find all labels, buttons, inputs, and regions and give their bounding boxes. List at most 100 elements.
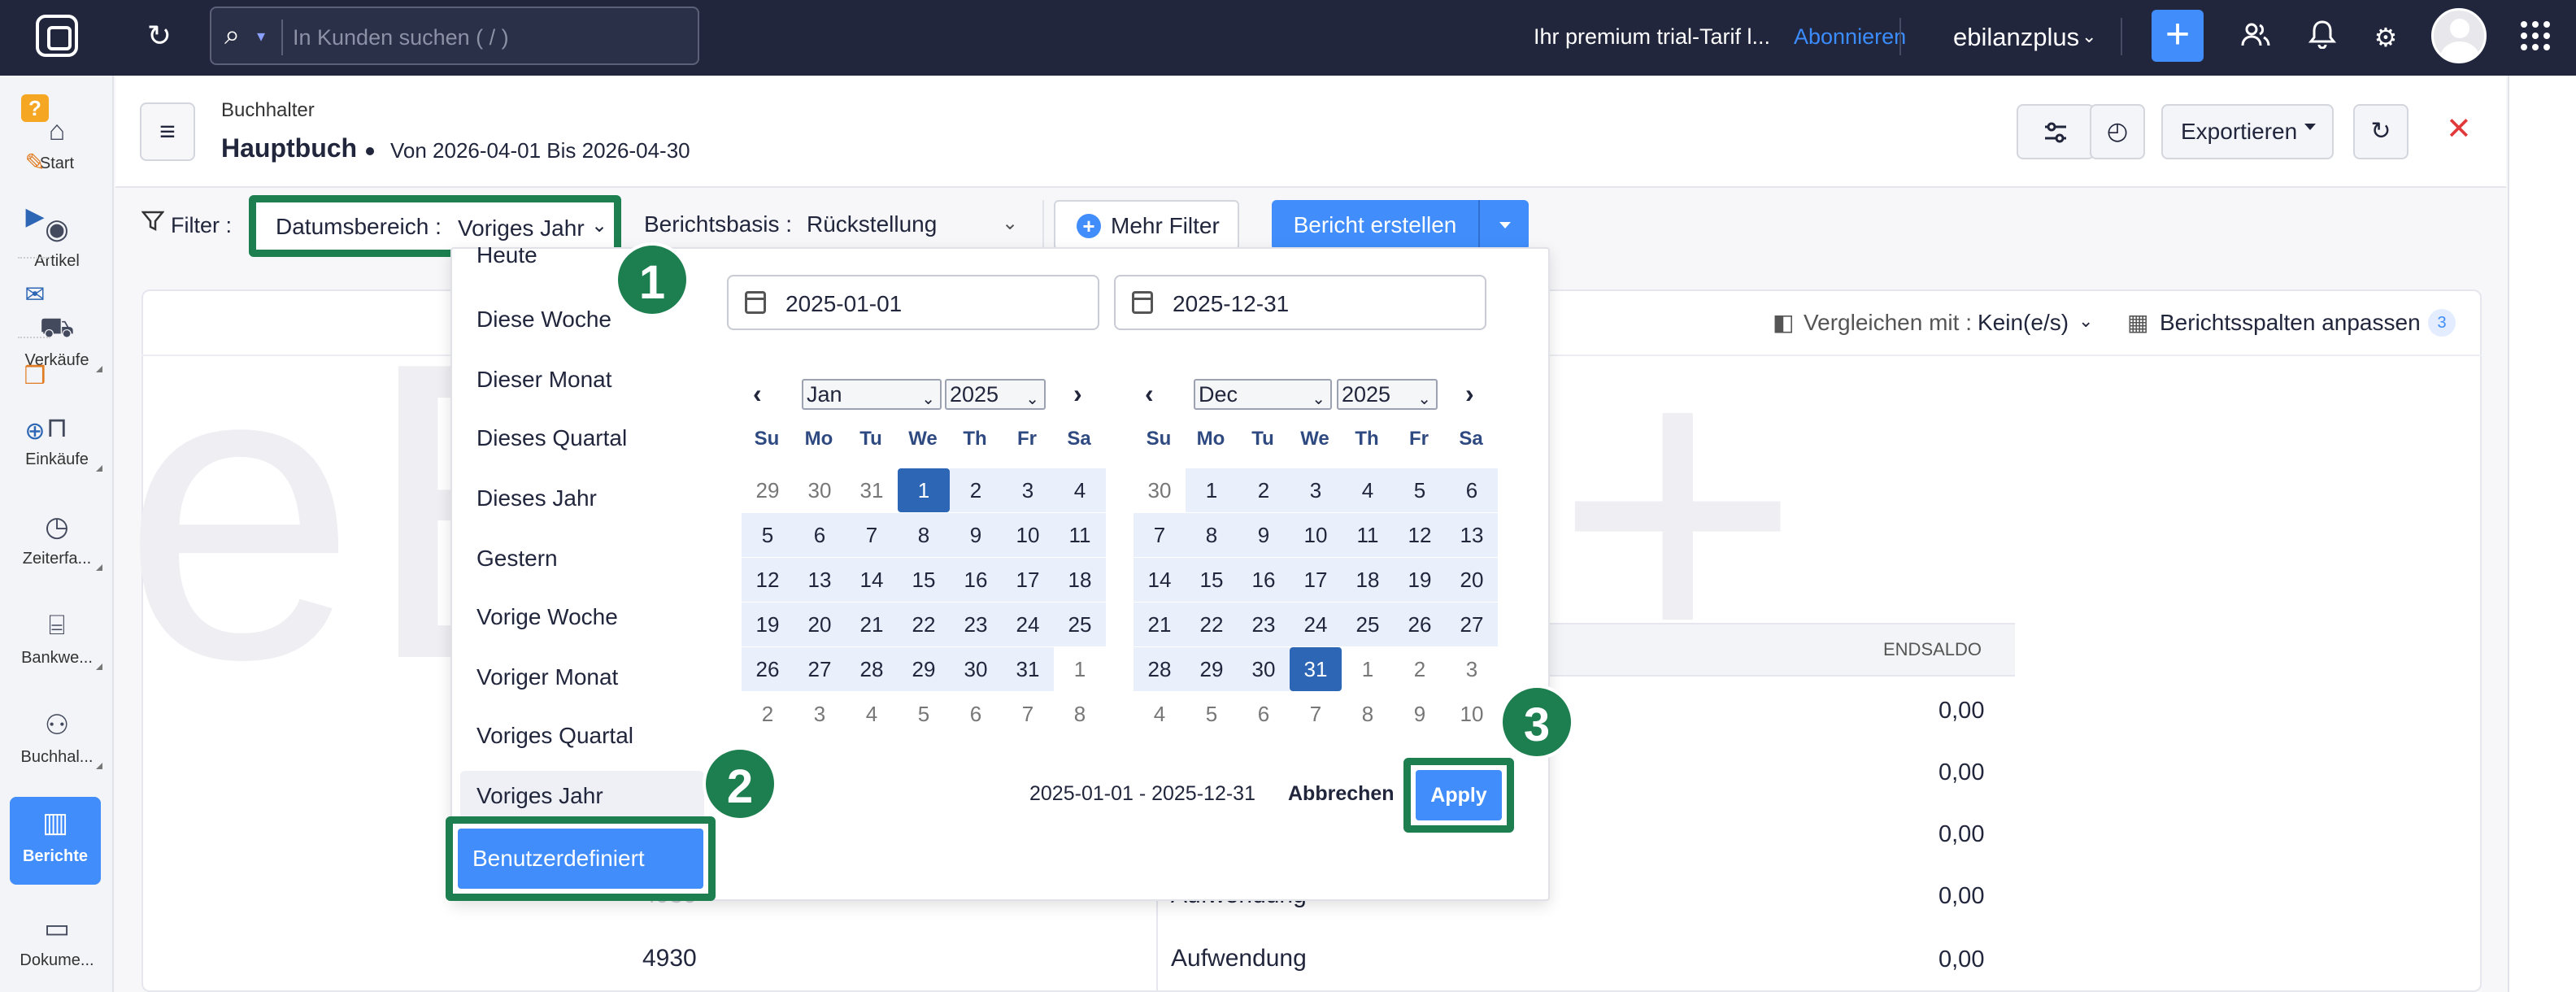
calendar-day[interactable]: 8 — [1054, 692, 1106, 736]
calendar-day[interactable]: 3 — [794, 692, 846, 736]
calendar-day[interactable]: 22 — [1186, 603, 1238, 646]
search-input[interactable] — [293, 20, 683, 55]
calendar-day[interactable]: 1 — [898, 468, 950, 512]
sidebar-item-einkaeufe[interactable]: ⊓ Einkäufe — [0, 394, 114, 483]
user-avatar[interactable] — [2431, 8, 2487, 63]
calendar-day[interactable]: 11 — [1342, 513, 1394, 557]
create-report-options-button[interactable] — [1478, 200, 1529, 250]
calendar-day[interactable]: 25 — [1342, 603, 1394, 646]
calendar-day[interactable]: 15 — [898, 558, 950, 602]
calendar-day[interactable]: 20 — [794, 603, 846, 646]
calendar-day[interactable]: 22 — [898, 603, 950, 646]
chevron-down-icon[interactable]: ⌄ — [2082, 26, 2096, 47]
customize-columns-link[interactable]: Berichtsspalten anpassen — [2160, 310, 2421, 336]
next-month-icon[interactable]: › — [1465, 379, 1474, 409]
megaphone-icon[interactable]: ✎ — [21, 150, 49, 177]
calendar-day[interactable]: 8 — [1186, 513, 1238, 557]
calendar-day[interactable]: 12 — [1394, 513, 1446, 557]
calendar-day[interactable]: 31 — [846, 468, 898, 512]
calendar-day[interactable]: 12 — [742, 558, 794, 602]
calendar-day[interactable]: 13 — [1446, 513, 1498, 557]
calendar-day[interactable]: 7 — [846, 513, 898, 557]
next-month-icon[interactable]: › — [1073, 379, 1082, 409]
chevron-down-icon[interactable]: ⌄ — [1002, 211, 1018, 235]
calendar-day[interactable]: 28 — [1134, 647, 1186, 691]
calendar-day[interactable]: 7 — [1134, 513, 1186, 557]
sidebar-item-berichte[interactable]: ▥ Berichte — [10, 797, 101, 885]
left-month-select[interactable]: Jan ⌄ — [802, 379, 942, 410]
breadcrumb[interactable]: Buchhalter — [221, 99, 315, 122]
more-filter-button[interactable]: + Mehr Filter — [1054, 200, 1239, 250]
calendar-day[interactable]: 20 — [1446, 558, 1498, 602]
sidebar-item-buchhalter[interactable]: ⚇ Buchhal... — [0, 691, 114, 781]
app-logo-icon[interactable] — [36, 15, 78, 57]
subscribe-link[interactable]: Abonnieren — [1794, 24, 1906, 50]
calendar-day[interactable]: 15 — [1186, 558, 1238, 602]
caret-down-icon[interactable] — [2304, 124, 2316, 130]
notification-bell-icon[interactable] — [2304, 20, 2340, 55]
users-icon[interactable] — [2238, 20, 2274, 55]
search-box[interactable]: ⌕ ▾ — [210, 7, 699, 65]
refresh-icon[interactable]: ↻ — [2353, 104, 2408, 159]
calendar-day[interactable]: 4 — [1054, 468, 1106, 512]
start-date-field[interactable]: 2025-01-01 — [727, 275, 1099, 330]
range-option-dieses-quartal[interactable]: Dieses Quartal — [460, 413, 704, 463]
calendar-day[interactable]: 3 — [1290, 468, 1342, 512]
calendar-day[interactable]: 9 — [1394, 692, 1446, 736]
calendar-day[interactable]: 24 — [1002, 603, 1054, 646]
calendar-day[interactable]: 8 — [898, 513, 950, 557]
chevron-down-icon[interactable]: ▾ — [257, 26, 265, 46]
menu-toggle-button[interactable]: ≡ — [140, 102, 195, 161]
settings-gear-icon[interactable]: ⚙ — [2368, 20, 2404, 55]
calendar-day[interactable]: 7 — [1290, 692, 1342, 736]
calendar-day[interactable]: 29 — [742, 468, 794, 512]
calendar-day[interactable]: 5 — [1186, 692, 1238, 736]
sidebar-item-artikel[interactable]: ◉ Artikel — [0, 195, 114, 285]
sidebar-item-dokumente[interactable]: ▭ Dokume... — [0, 894, 114, 984]
calendar-day[interactable]: 10 — [1002, 513, 1054, 557]
calendar-day[interactable]: 28 — [846, 647, 898, 691]
calendar-day[interactable]: 6 — [794, 513, 846, 557]
help-icon[interactable]: ? — [21, 94, 49, 122]
calendar-day[interactable]: 16 — [950, 558, 1002, 602]
calendar-day[interactable]: 11 — [1054, 513, 1106, 557]
app-grid-icon[interactable] — [2519, 20, 2552, 52]
calendar-day[interactable]: 4 — [846, 692, 898, 736]
calendar-day[interactable]: 30 — [1134, 468, 1186, 512]
cancel-button[interactable]: Abbrechen — [1288, 782, 1395, 806]
calendar-day[interactable]: 3 — [1446, 647, 1498, 691]
video-icon[interactable]: ▶ — [21, 203, 49, 231]
close-icon[interactable]: ✕ — [2446, 111, 2472, 147]
calendar-day[interactable]: 7 — [1002, 692, 1054, 736]
right-month-select[interactable]: Dec ⌄ — [1194, 379, 1332, 410]
calendar-day[interactable]: 1 — [1054, 647, 1106, 691]
calendar-day[interactable]: 24 — [1290, 603, 1342, 646]
export-button[interactable]: Exportieren — [2161, 104, 2334, 159]
calendar-day[interactable]: 18 — [1342, 558, 1394, 602]
book-icon[interactable]: ❒ — [21, 363, 49, 390]
calendar-day[interactable]: 17 — [1290, 558, 1342, 602]
calendar-day[interactable]: 29 — [1186, 647, 1238, 691]
calendar-day[interactable]: 6 — [1446, 468, 1498, 512]
calendar-day[interactable]: 9 — [950, 513, 1002, 557]
calendar-day[interactable]: 4 — [1134, 692, 1186, 736]
calendar-day[interactable]: 10 — [1446, 692, 1498, 736]
recent-activity-icon[interactable]: ↻ — [143, 20, 176, 52]
calendar-day[interactable]: 31 — [1290, 647, 1342, 691]
calendar-day[interactable]: 1 — [1342, 647, 1394, 691]
schedule-report-icon[interactable]: ◴ — [2090, 104, 2145, 159]
calendar-day[interactable]: 2 — [742, 692, 794, 736]
calendar-day[interactable]: 5 — [1394, 468, 1446, 512]
range-option-dieser-monat[interactable]: Dieser Monat — [460, 355, 704, 405]
calendar-day[interactable]: 14 — [846, 558, 898, 602]
calendar-day[interactable]: 30 — [950, 647, 1002, 691]
calendar-day[interactable]: 2 — [1238, 468, 1290, 512]
calendar-day[interactable]: 13 — [794, 558, 846, 602]
previous-month-icon[interactable]: ‹ — [1145, 379, 1154, 409]
calendar-day[interactable]: 26 — [1394, 603, 1446, 646]
calendar-day[interactable]: 26 — [742, 647, 794, 691]
calendar-day[interactable]: 23 — [950, 603, 1002, 646]
compare-select[interactable]: Kein(e/s) — [1978, 310, 2069, 336]
calendar-day[interactable]: 6 — [1238, 692, 1290, 736]
calendar-day[interactable]: 4 — [1342, 468, 1394, 512]
